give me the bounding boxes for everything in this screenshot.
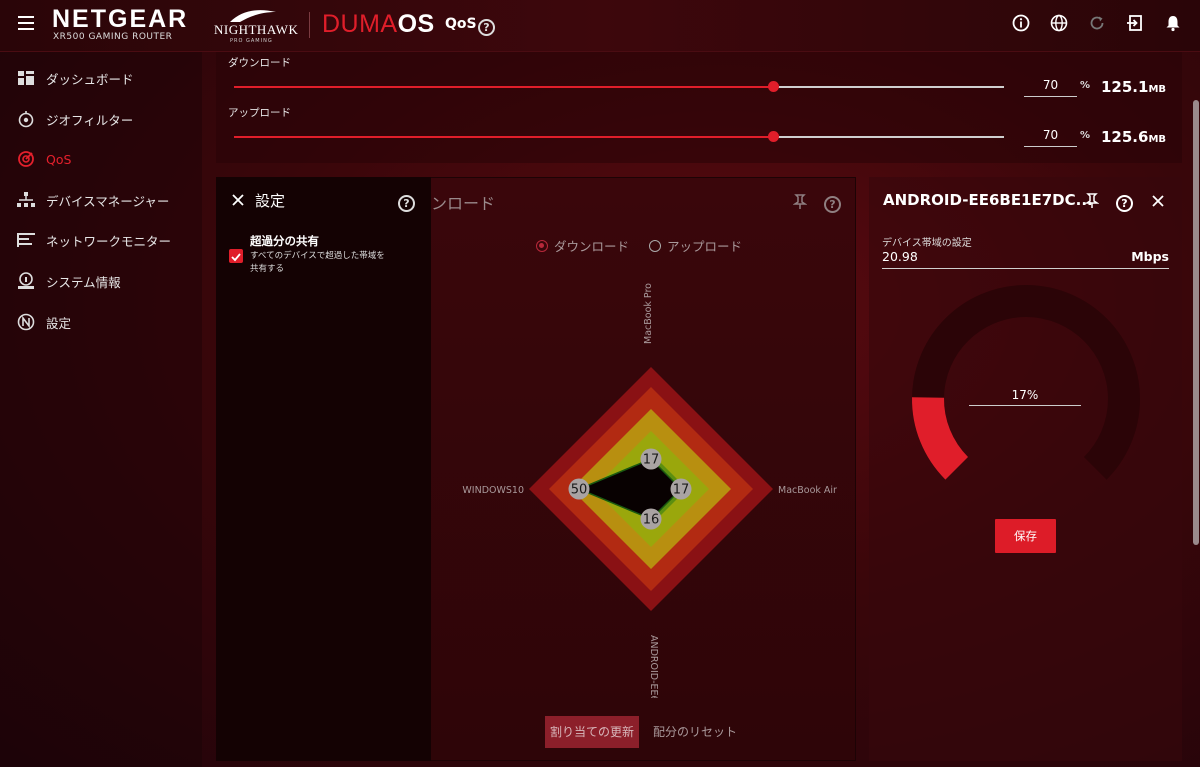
upload-slider[interactable] — [234, 131, 1004, 142]
update-allocation-button[interactable]: 割り当ての更新 — [545, 716, 639, 748]
system-info-icon — [17, 272, 35, 290]
top-icons — [1012, 14, 1182, 32]
download-bandwidth-value: 125.1MB — [1101, 78, 1166, 96]
radar-axis-label: MacBook Air — [778, 485, 837, 496]
menu-icon[interactable] — [18, 16, 34, 30]
help-icon[interactable]: ? — [398, 192, 415, 212]
radar-value-label: 16 — [643, 513, 660, 528]
help-icon[interactable]: ? — [478, 16, 495, 36]
reset-allocation-button[interactable]: 配分のリセット — [653, 716, 737, 748]
download-percent-sign: % — [1080, 80, 1091, 91]
download-value: 125.1 — [1101, 78, 1149, 96]
save-button[interactable]: 保存 — [995, 519, 1056, 553]
dashboard-icon — [17, 69, 35, 87]
radar-value-label: 17 — [643, 453, 660, 468]
sidebar-item-label: ネットワークモニター — [46, 233, 172, 249]
sidebar-item-network-monitor[interactable]: ネットワークモニター — [0, 220, 202, 260]
share-excess-description: すべてのデバイスで超過した帯域を共有する — [250, 251, 385, 274]
device-panel: ANDROID-EE6BE1E7DC... ? デバイス帯域の設定 20.98 … — [869, 177, 1182, 761]
brand-name: NETGEAR — [52, 5, 189, 33]
sidebar-item-dashboard[interactable]: ダッシュボード — [0, 58, 202, 98]
bandwidth-gauge[interactable] — [869, 177, 1182, 507]
duma-text: DUMA — [322, 10, 398, 38]
gauge-track — [912, 285, 1140, 480]
checkmark-icon — [231, 253, 241, 262]
gauge-percent: 17% — [969, 388, 1081, 406]
upload-label: アップロード — [228, 107, 291, 119]
refresh-icon[interactable] — [1088, 14, 1106, 32]
download-label: ダウンロード — [228, 57, 291, 69]
notification-bell-icon[interactable] — [1164, 14, 1182, 32]
settings-overlay: 設定 ? 超過分の共有 すべてのデバイスで超過した帯域を共有する — [216, 177, 431, 761]
sidebar-item-qos[interactable]: QoS — [0, 139, 202, 179]
gauge-fill — [912, 397, 969, 480]
download-slider-fill — [234, 86, 773, 88]
brand-model: XR500 GAMING ROUTER — [53, 32, 173, 42]
os-text: OS — [397, 10, 435, 38]
share-excess-checkbox[interactable] — [229, 249, 243, 263]
upload-slider-handle[interactable] — [768, 131, 779, 142]
upload-slider-fill — [234, 136, 773, 138]
settings-icon — [17, 313, 35, 331]
close-icon[interactable] — [231, 192, 245, 211]
upload-percent-input[interactable]: 70 — [1024, 125, 1077, 147]
netgear-logo: NETGEAR XR500 GAMING ROUTER — [52, 6, 188, 42]
sidebar: ダッシュボード ジオフィルター QoS デバイスマネージャー ネットワークモニタ… — [0, 52, 202, 767]
sidebar-item-geofilter[interactable]: ジオフィルター — [0, 99, 202, 139]
nighthawk-logo: NIGHTHAWK PRO GAMING — [214, 8, 298, 46]
dumaos-logo: DUMAOS — [322, 10, 435, 39]
device-manager-icon — [17, 191, 35, 209]
top-bar: NETGEAR XR500 GAMING ROUTER NIGHTHAWK PR… — [0, 0, 1200, 52]
sidebar-item-settings[interactable]: 設定 — [0, 302, 202, 342]
sidebar-item-label: システム情報 — [46, 274, 121, 290]
help-symbol: ? — [478, 19, 495, 36]
sidebar-item-system-info[interactable]: システム情報 — [0, 261, 202, 301]
settings-title: 設定 — [255, 192, 286, 210]
page-scrollbar[interactable] — [1193, 100, 1199, 545]
sidebar-item-device-manager[interactable]: デバイスマネージャー — [0, 180, 202, 220]
logout-icon[interactable] — [1126, 14, 1144, 32]
download-unit: MB — [1148, 84, 1167, 95]
upload-bandwidth-value: 125.6MB — [1101, 128, 1166, 146]
share-excess-title: 超過分の共有 — [250, 234, 319, 248]
globe-icon[interactable] — [1050, 14, 1068, 32]
upload-percent-sign: % — [1080, 130, 1091, 141]
bandwidth-panel: ダウンロード 70 % 125.1MB アップロード 70 % 125.6MB — [216, 52, 1182, 163]
header-divider — [309, 12, 310, 38]
sidebar-item-label: 設定 — [46, 315, 72, 331]
radar-axis-label: ANDROID-EE6BE1I — [648, 635, 659, 698]
radar-value-label: 50 — [571, 483, 588, 498]
geofilter-icon — [17, 110, 35, 128]
upload-value: 125.6 — [1101, 128, 1149, 146]
download-slider[interactable] — [234, 81, 1004, 92]
sidebar-item-label: ダッシュボード — [46, 71, 134, 87]
nighthawk-sub: PRO GAMING — [230, 38, 273, 44]
network-monitor-icon — [17, 231, 35, 249]
download-percent-input[interactable]: 70 — [1024, 75, 1077, 97]
radar-axis-label: WINDOWS10 — [462, 485, 524, 496]
download-slider-handle[interactable] — [768, 81, 779, 92]
radar-value-label: 17 — [673, 483, 690, 498]
sidebar-item-label: QoS — [46, 151, 72, 167]
qos-icon — [17, 150, 35, 168]
info-icon[interactable] — [1012, 14, 1030, 32]
upload-unit: MB — [1148, 134, 1167, 145]
sidebar-item-label: デバイスマネージャー — [46, 193, 170, 209]
nighthawk-text: NIGHTHAWK — [214, 22, 299, 37]
sidebar-item-label: ジオフィルター — [46, 112, 134, 128]
radar-axis-label: MacBook Pro — [643, 283, 654, 344]
help-symbol: ? — [398, 195, 415, 212]
page-title: QoS — [445, 16, 477, 32]
